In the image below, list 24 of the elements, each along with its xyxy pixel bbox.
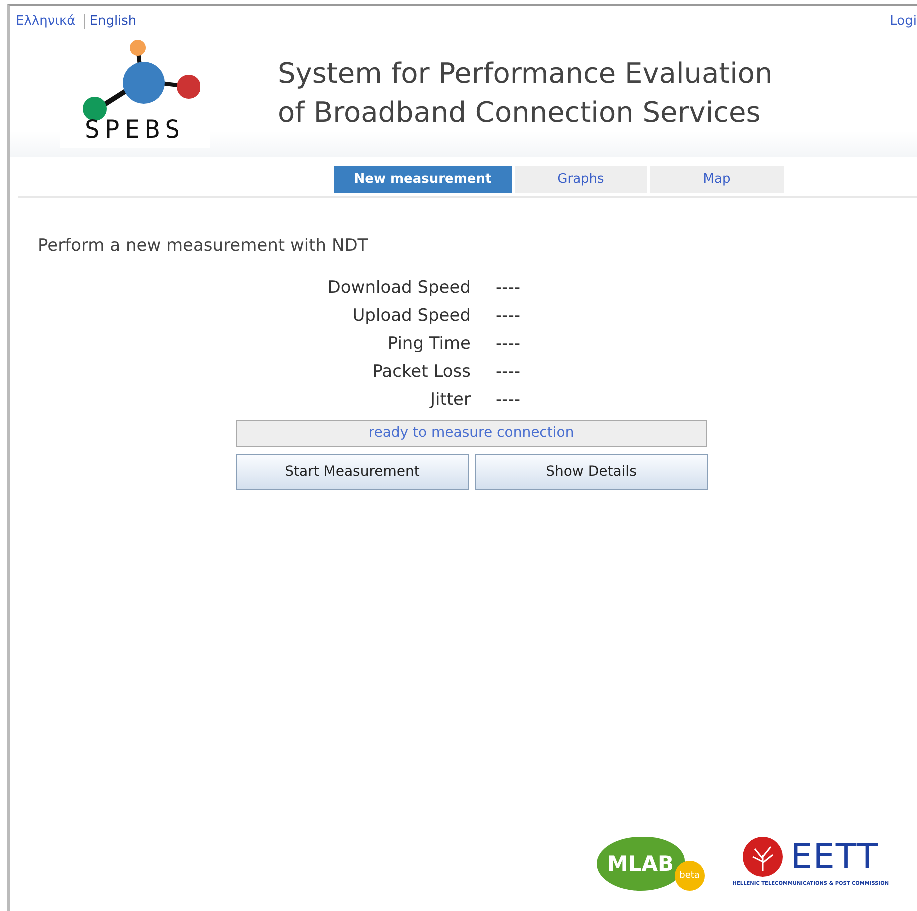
status-bar: ready to measure connection bbox=[236, 420, 707, 447]
result-value: ---- bbox=[496, 362, 522, 382]
result-label: Download Speed bbox=[326, 278, 471, 298]
result-value: ---- bbox=[496, 278, 522, 298]
action-button[interactable]: Start Measurement bbox=[236, 454, 469, 490]
section-heading: Perform a new measurement with NDT bbox=[38, 236, 370, 256]
beta-badge: beta bbox=[674, 861, 705, 891]
result-label: Upload Speed bbox=[352, 306, 471, 326]
site-title: System for Performance Evaluation of Broadband Connection Services bbox=[278, 56, 773, 131]
eett-logo-text: EETT bbox=[790, 839, 879, 875]
logo-text: SPEBS bbox=[84, 114, 186, 144]
result-label: Jitter bbox=[428, 390, 471, 410]
result-label: Ping Time bbox=[386, 334, 471, 354]
result-value: ---- bbox=[496, 334, 522, 354]
nav-tab[interactable]: Graphs bbox=[515, 166, 647, 193]
result-value: ---- bbox=[496, 306, 522, 326]
language-link[interactable]: Ελληνικά bbox=[16, 14, 76, 29]
action-button[interactable]: Show Details bbox=[475, 454, 708, 490]
nav-tab[interactable]: Map bbox=[650, 166, 784, 193]
nav-tab[interactable]: New measurement bbox=[334, 166, 512, 193]
result-label: Packet Loss bbox=[372, 362, 471, 382]
login-link[interactable]: Logi bbox=[890, 14, 917, 29]
result-value: ---- bbox=[496, 390, 522, 410]
tree-logo-icon bbox=[742, 837, 783, 877]
